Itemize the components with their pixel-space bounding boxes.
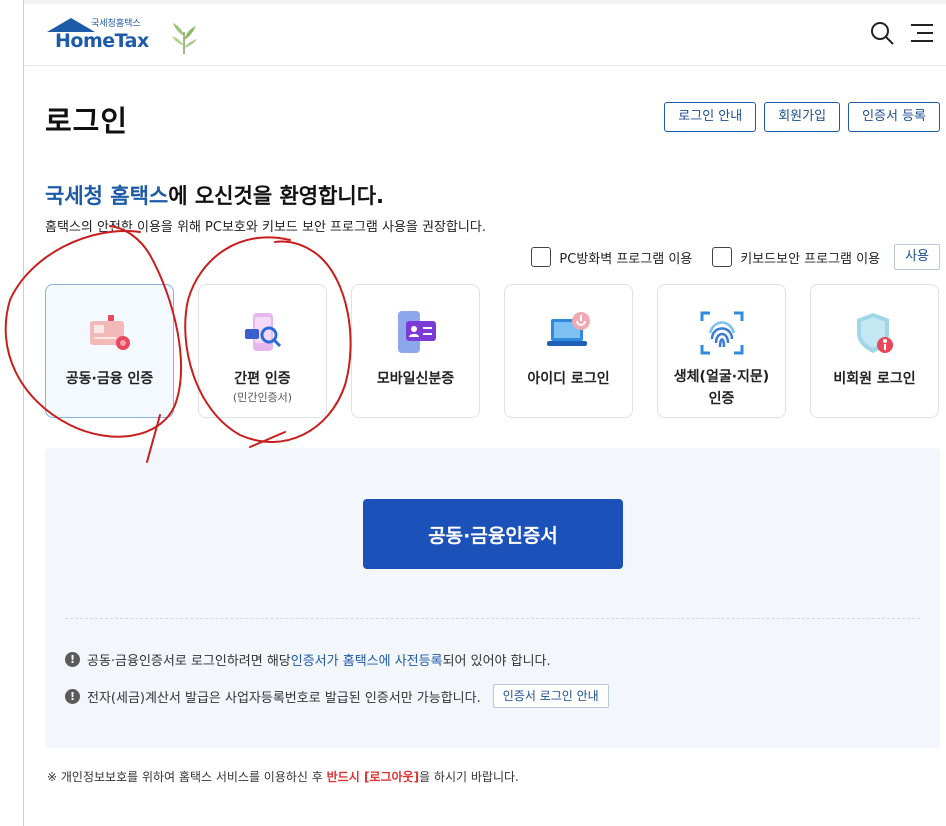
firewall-label[interactable]: PC방화벽 프로그램 이용 <box>559 248 692 267</box>
divider <box>65 618 920 619</box>
login-method-label-line2: 인증 <box>708 391 735 407</box>
warning-icon: ! <box>65 652 80 667</box>
shield-icon <box>857 313 893 353</box>
simple-auth-icon <box>245 313 282 351</box>
login-method-certificate[interactable]: 공동·금융 인증 <box>45 284 174 418</box>
login-method-sublabel: (민간인증서) <box>232 391 293 404</box>
logo-title: HomeTax <box>55 30 149 52</box>
window-left-edge <box>0 0 24 826</box>
menu-icon[interactable] <box>909 20 935 46</box>
login-panel: 공동·금융인증서 ! 공동·금융인증서로 로그인하려면 해당 인증서가 홈택스에… <box>45 448 940 748</box>
login-method-label: 아이디 로그인 <box>527 371 610 387</box>
notice-certificate-registration: ! 공동·금융인증서로 로그인하려면 해당 인증서가 홈택스에 사전등록 되어 있… <box>65 650 551 669</box>
footer-logout-warning: 반드시 [로그아웃] <box>326 770 420 784</box>
hometax-logo[interactable]: 국세청홈택스 HomeTax <box>45 16 197 60</box>
login-method-label: 간편 인증 <box>234 371 291 387</box>
footer-text-end: 을 하시기 바랍니다. <box>419 770 519 784</box>
login-method-label: 공동·금융 인증 <box>65 371 154 387</box>
security-options: PC방화벽 프로그램 이용 키보드보안 프로그램 이용 사용 <box>531 244 940 270</box>
login-method-label: 비회원 로그인 <box>833 371 916 387</box>
notice-text: 공동·금융인증서로 로그인하려면 해당 <box>87 654 291 669</box>
login-method-label: 모바일신분증 <box>376 371 455 387</box>
notice-link[interactable]: 인증서가 홈택스에 사전등록 <box>291 650 443 669</box>
certificate-login-guide-button[interactable]: 인증서 로그인 안내 <box>492 684 609 708</box>
keyboard-security-checkbox[interactable] <box>712 247 733 267</box>
register-certificate-button[interactable]: 인증서 등록 <box>848 102 940 132</box>
warning-icon: ! <box>65 688 80 704</box>
logo-subtitle: 국세청홈택스 <box>91 19 141 29</box>
login-method-simple-auth[interactable]: 간편 인증 (민간인증서) <box>198 284 327 418</box>
footer-notice: ※ 개인정보보호를 위하여 홈택스 서비스를 이용하신 후 반드시 [로그아웃]… <box>47 768 519 785</box>
login-method-biometric[interactable]: 생체(얼굴·지문) 인증 <box>657 284 786 418</box>
use-button[interactable]: 사용 <box>894 244 940 270</box>
login-method-label: 생체(얼굴·지문) <box>673 369 770 385</box>
top-button-group: 로그인 안내 회원가입 인증서 등록 <box>664 102 940 132</box>
search-icon[interactable] <box>869 20 895 46</box>
login-method-mobile-id[interactable]: 모바일신분증 <box>351 284 480 418</box>
certificate-login-button[interactable]: 공동·금융인증서 <box>363 499 623 569</box>
firewall-checkbox[interactable] <box>531 247 552 267</box>
notice-text-end: 되어 있어야 합니다. <box>442 654 551 669</box>
welcome-rest: 에 오신것을 환영합니다. <box>168 184 385 208</box>
welcome-heading: 국세청 홈택스에 오신것을 환영합니다. <box>45 180 384 210</box>
notice-tax-invoice: ! 전자(세금)계산서 발급은 사업자등록번호로 발급된 인증서만 가능합니다.… <box>65 684 609 708</box>
login-method-guest[interactable]: 비회원 로그인 <box>810 284 939 418</box>
signup-button[interactable]: 회원가입 <box>764 102 841 132</box>
security-description: 홈택스의 안전한 이용을 위해 PC보호와 키보드 보안 프로그램 사용을 권장… <box>45 220 486 235</box>
footer-text: ※ 개인정보보호를 위하여 홈택스 서비스를 이용하신 후 <box>47 770 327 784</box>
login-guide-button[interactable]: 로그인 안내 <box>664 102 757 132</box>
welcome-highlight: 국세청 홈택스 <box>45 184 169 208</box>
mobile-id-icon <box>398 311 436 353</box>
keyboard-security-label[interactable]: 키보드보안 프로그램 이용 <box>740 248 880 267</box>
leaf-icon <box>172 23 197 54</box>
laptop-icon <box>547 312 590 346</box>
notice-text: 전자(세금)계산서 발급은 사업자등록번호로 발급된 인증서만 가능합니다. <box>87 690 481 706</box>
site-header: 국세청홈택스 HomeTax <box>25 4 946 66</box>
certificate-card-icon <box>90 315 130 350</box>
login-method-id[interactable]: 아이디 로그인 <box>504 284 633 418</box>
page-title: 로그인 <box>45 104 129 138</box>
fingerprint-icon <box>700 311 744 355</box>
